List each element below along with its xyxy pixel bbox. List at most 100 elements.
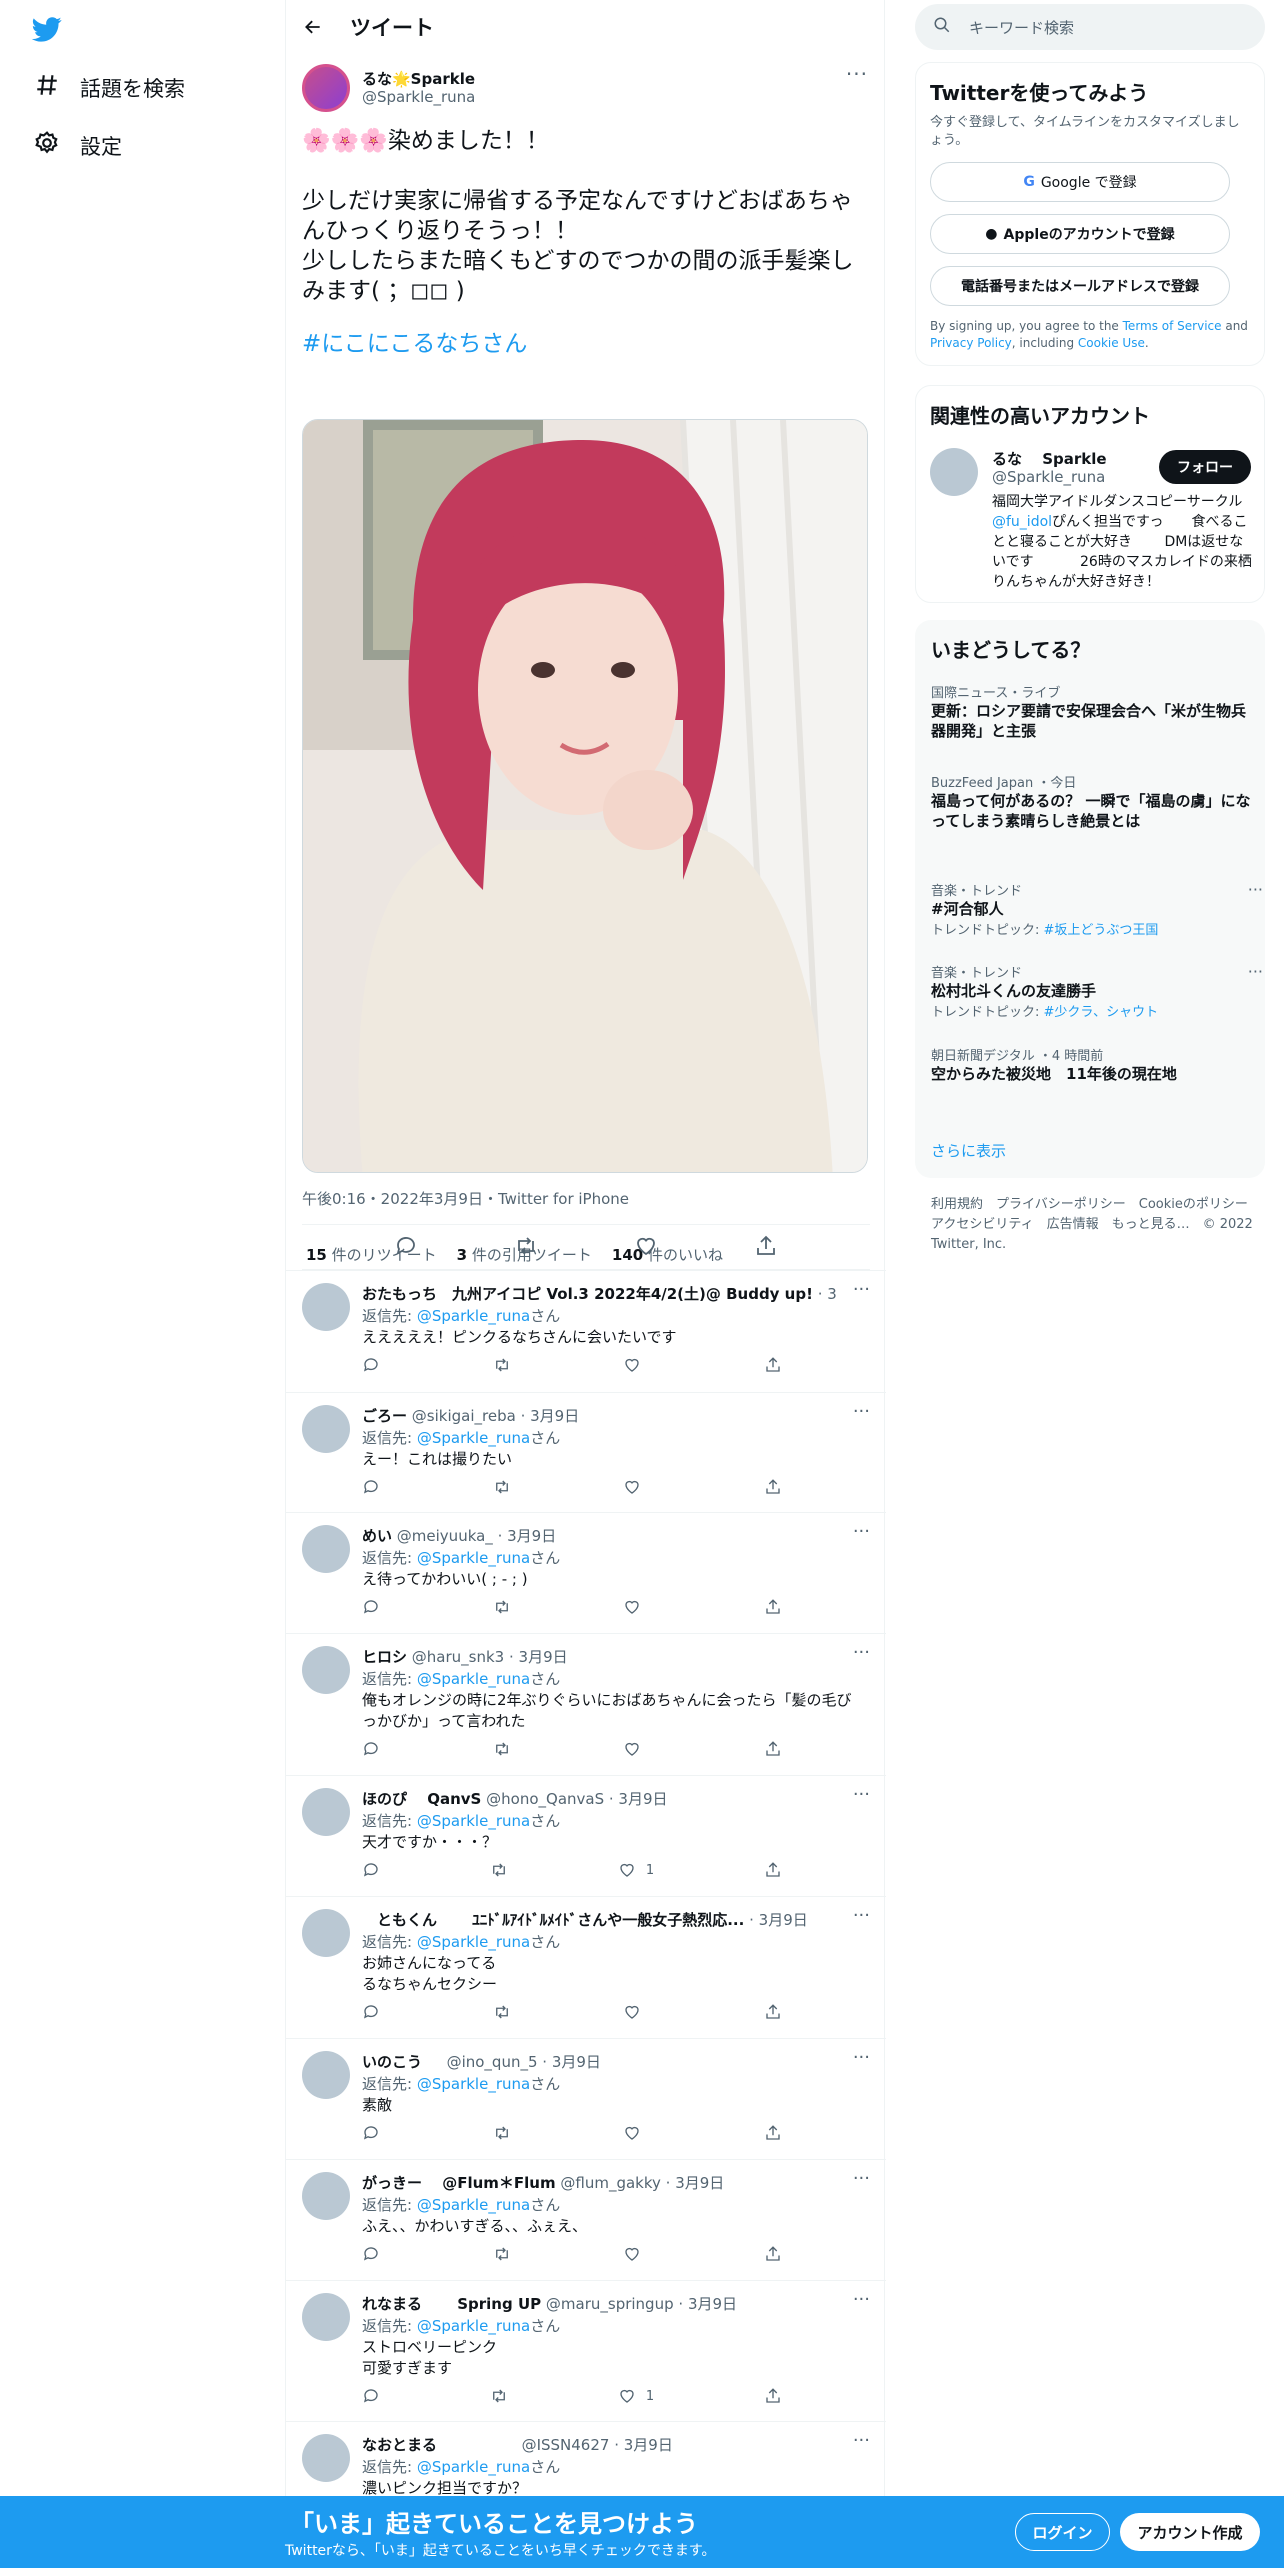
like-icon[interactable]: 1 bbox=[618, 2387, 654, 2405]
login-button[interactable]: ログイン bbox=[1015, 2513, 1110, 2551]
reply-icon[interactable] bbox=[362, 2003, 380, 2021]
share-icon[interactable] bbox=[764, 2245, 782, 2263]
avatar[interactable] bbox=[302, 2293, 350, 2341]
reply-tweet[interactable]: れなまる Spring UP @maru_springup · 3月9日 ···… bbox=[286, 2280, 886, 2421]
reply-author-name[interactable]: ともくん ﾕﾆﾄﾞﾙｱｲﾄﾞﾙﾒｲﾄﾞさんや一般女子熱烈応... bbox=[362, 1911, 744, 1929]
like-icon[interactable] bbox=[623, 1740, 651, 1758]
share-icon[interactable] bbox=[764, 1478, 782, 1496]
reply-tweet[interactable]: ほのぴ QanvS @hono_QanvaS · 3月9日 ··· 返信先: @… bbox=[286, 1775, 886, 1896]
reply-author-name[interactable]: ほのぴ QanvS bbox=[362, 1790, 481, 1808]
trend-item[interactable]: 音楽・トレンド #河合郁人 トレンドトピック: #坂上どうぶつ王国 ··· bbox=[931, 880, 1263, 938]
privacy-link[interactable]: Privacy Policy bbox=[930, 336, 1012, 350]
share-icon[interactable] bbox=[764, 2003, 782, 2021]
trend-topic-link[interactable]: #少クラ、シャウト bbox=[1044, 1005, 1159, 1020]
share-icon[interactable] bbox=[764, 1598, 782, 1616]
share-icon[interactable] bbox=[764, 2124, 782, 2142]
reply-author-name[interactable]: ヒロシ bbox=[362, 1648, 407, 1666]
reply-date[interactable]: 3月9日 bbox=[675, 2174, 724, 2192]
more-icon[interactable]: ··· bbox=[846, 62, 868, 86]
trend-item[interactable]: 国際ニュース・ライブ 更新：ロシア要請で安保理会合へ「米が生物兵器開発」と主張 bbox=[931, 682, 1251, 741]
avatar[interactable] bbox=[302, 1405, 350, 1453]
reply-author-name[interactable]: れなまる Spring UP bbox=[362, 2295, 541, 2313]
follow-button[interactable]: フォロー bbox=[1159, 450, 1251, 484]
avatar[interactable] bbox=[302, 2172, 350, 2220]
avatar[interactable] bbox=[302, 1788, 350, 1836]
reply-author-name[interactable]: おたもっち 九州アイコピ Vol.3 2022年4/2(土)@ Buddy up… bbox=[362, 1285, 813, 1303]
reply-icon[interactable] bbox=[362, 2387, 380, 2405]
avatar[interactable] bbox=[302, 2434, 350, 2482]
avatar[interactable] bbox=[302, 1525, 350, 1573]
reply-tweet[interactable]: ごろー @sikigai_reba · 3月9日 ··· 返信先: @Spark… bbox=[286, 1392, 886, 1512]
reply-to-link[interactable]: @Sparkle_runa bbox=[417, 1812, 530, 1830]
reply-author-handle[interactable]: @ISSN4627 bbox=[442, 2436, 610, 2454]
more-icon[interactable]: ··· bbox=[853, 1401, 870, 1422]
reply-to-link[interactable]: @Sparkle_runa bbox=[417, 2317, 530, 2335]
reply-icon[interactable] bbox=[362, 1356, 380, 1374]
share-icon[interactable] bbox=[764, 2387, 782, 2405]
cookie-link[interactable]: Cookie Use bbox=[1078, 336, 1145, 350]
reply-date[interactable]: 3月9日 bbox=[552, 2053, 601, 2071]
reply-author-name[interactable]: がっきー @Flum＊Flum bbox=[362, 2174, 556, 2192]
reply-author-name[interactable]: めい bbox=[362, 1527, 392, 1545]
bio-link[interactable]: @fu_idol bbox=[992, 514, 1052, 530]
reply-date[interactable]: 3月9日 bbox=[688, 2295, 737, 2313]
more-icon[interactable]: ··· bbox=[1248, 962, 1263, 981]
avatar[interactable] bbox=[302, 1909, 350, 1957]
reply-author-name[interactable]: なおとまる bbox=[362, 2436, 437, 2454]
retweet-icon[interactable] bbox=[493, 1478, 511, 1496]
reply-date[interactable]: 3月9日 bbox=[618, 1790, 667, 1808]
more-icon[interactable]: ··· bbox=[853, 2289, 870, 2310]
trend-item[interactable]: BuzzFeed Japan ・今日 福島って何があるの？ 一瞬で「福島の虜」に… bbox=[931, 772, 1251, 831]
avatar[interactable] bbox=[930, 448, 978, 496]
more-icon[interactable]: ··· bbox=[853, 1279, 870, 1300]
share-icon[interactable] bbox=[764, 1861, 782, 1879]
reply-icon[interactable] bbox=[362, 2124, 380, 2142]
reply-author-handle[interactable]: @meiyuuka_ bbox=[397, 1527, 493, 1545]
like-icon[interactable] bbox=[623, 2003, 651, 2021]
nav-explore[interactable]: 話題を検索 bbox=[34, 72, 185, 103]
reply-author-handle[interactable]: @sikigai_reba bbox=[412, 1407, 516, 1425]
like-icon[interactable] bbox=[623, 2245, 651, 2263]
show-more-link[interactable]: さらに表示 bbox=[931, 1140, 1006, 1161]
reply-author-name[interactable]: いのこう bbox=[362, 2053, 422, 2071]
reply-to-link[interactable]: @Sparkle_runa bbox=[417, 2458, 530, 2476]
like-icon[interactable] bbox=[634, 1234, 658, 1262]
reply-date[interactable]: 3月9日 bbox=[507, 1527, 556, 1545]
reply-tweet[interactable]: ともくん ﾕﾆﾄﾞﾙｱｲﾄﾞﾙﾒｲﾄﾞさんや一般女子熱烈応... · 3月9日 … bbox=[286, 1896, 886, 2038]
share-icon[interactable] bbox=[764, 1740, 782, 1758]
retweet-icon[interactable] bbox=[514, 1234, 538, 1262]
avatar[interactable] bbox=[302, 64, 350, 112]
retweet-icon[interactable] bbox=[493, 1598, 511, 1616]
share-icon[interactable] bbox=[754, 1234, 778, 1262]
reply-author-handle[interactable]: @haru_snk3 bbox=[412, 1648, 504, 1666]
reply-tweet[interactable]: がっきー @Flum＊Flum @flum_gakky · 3月9日 ··· 返… bbox=[286, 2159, 886, 2280]
reply-tweet[interactable]: いのこう @ino_qun_5 · 3月9日 ··· 返信先: @Sparkle… bbox=[286, 2038, 886, 2159]
tweet-author-name[interactable]: るな🌟Sparkle bbox=[362, 68, 475, 89]
like-icon[interactable] bbox=[623, 1356, 651, 1374]
search-input[interactable]: キーワード検索 bbox=[915, 4, 1265, 50]
back-arrow-icon[interactable] bbox=[300, 14, 326, 40]
more-icon[interactable]: ··· bbox=[1248, 880, 1263, 899]
reply-to-link[interactable]: @Sparkle_runa bbox=[417, 1670, 530, 1688]
tos-link[interactable]: Terms of Service bbox=[1123, 319, 1222, 333]
reply-to-link[interactable]: @Sparkle_runa bbox=[417, 2075, 530, 2093]
reply-icon[interactable] bbox=[394, 1234, 418, 1262]
reply-to-link[interactable]: @Sparkle_runa bbox=[417, 2196, 530, 2214]
trend-topic-link[interactable]: #坂上どうぶつ王国 bbox=[1044, 923, 1159, 938]
tweet-author-handle[interactable]: @Sparkle_runa bbox=[362, 88, 475, 106]
nav-settings[interactable]: 設定 bbox=[34, 130, 122, 161]
apple-signup-button[interactable]: ● Appleのアカウントで登録 bbox=[930, 214, 1230, 254]
like-icon[interactable] bbox=[623, 2124, 651, 2142]
footer-links[interactable]: 利用規約 プライバシーポリシー Cookieのポリシー アクセシビリティ 広告情… bbox=[931, 1195, 1261, 1255]
retweet-icon[interactable] bbox=[493, 2245, 511, 2263]
reply-author-handle[interactable]: @ino_qun_5 bbox=[427, 2053, 538, 2071]
reply-author-handle[interactable]: @maru_springup bbox=[546, 2295, 674, 2313]
retweet-icon[interactable] bbox=[493, 2003, 511, 2021]
tweet-hashtag[interactable]: #にこにこるなちさん bbox=[302, 324, 527, 358]
reply-date[interactable]: 3月9日 bbox=[624, 2436, 673, 2454]
related-handle[interactable]: @Sparkle_runa bbox=[992, 468, 1105, 486]
reply-tweet[interactable]: ヒロシ @haru_snk3 · 3月9日 ··· 返信先: @Sparkle_… bbox=[286, 1633, 886, 1775]
reply-icon[interactable] bbox=[362, 1740, 380, 1758]
retweet-icon[interactable] bbox=[493, 2124, 511, 2142]
reply-icon[interactable] bbox=[362, 1478, 380, 1496]
